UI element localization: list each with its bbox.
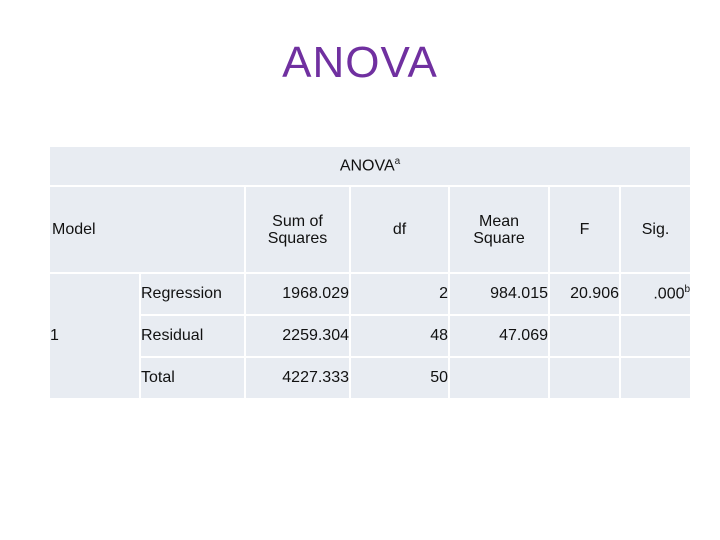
row-label: Total xyxy=(139,356,246,400)
cell-sum-of-squares: 4227.333 xyxy=(244,356,351,400)
cell-sig: .000b xyxy=(618,272,693,316)
cell-sig xyxy=(618,356,693,400)
anova-table: ANOVAa Model Sum of Squares df Mean Squa… xyxy=(47,145,693,400)
cell-mean-square: 47.069 xyxy=(448,314,550,358)
cell-sig xyxy=(618,314,693,358)
cell-sum-of-squares: 1968.029 xyxy=(244,272,351,316)
header-df: df xyxy=(349,185,450,274)
cell-mean-square xyxy=(448,356,550,400)
caption-footnote: a xyxy=(394,156,401,168)
cell-mean-square: 984.015 xyxy=(448,272,550,316)
table-caption-row: ANOVAa xyxy=(47,145,693,187)
caption-text: ANOVA xyxy=(339,157,395,175)
table-row: 1 Regression 1968.029 2 984.015 20.906 .… xyxy=(48,272,693,400)
cell-sum-of-squares: 2259.304 xyxy=(244,314,351,358)
table-row: Total 4227.333 50 xyxy=(49,356,693,400)
header-f: F xyxy=(548,185,621,274)
slide-title: ANOVA xyxy=(282,38,438,87)
header-sum-of-squares-text: Sum of Squares xyxy=(267,212,328,247)
header-sum-of-squares: Sum of Squares xyxy=(244,185,351,274)
header-mean-square: Mean Square xyxy=(448,185,550,274)
header-model: Model xyxy=(48,185,246,274)
row-label: Residual xyxy=(139,314,246,358)
table-caption: ANOVAa xyxy=(47,145,693,187)
cell-df: 50 xyxy=(349,356,450,400)
cell-f xyxy=(548,356,621,400)
cell-f: 20.906 xyxy=(548,272,621,316)
cell-df: 48 xyxy=(349,314,450,358)
sig-value: .000 xyxy=(653,285,685,303)
header-mean-square-text: Mean Square xyxy=(473,212,525,247)
cell-df: 2 xyxy=(349,272,450,316)
cell-f xyxy=(548,314,621,358)
sig-footnote: b xyxy=(684,284,691,296)
header-sig: Sig. xyxy=(618,185,693,274)
model-number: 1 xyxy=(48,272,141,400)
header-row: Model Sum of Squares df Mean Square F Si… xyxy=(48,185,693,274)
table-row: Residual 2259.304 48 47.069 xyxy=(49,314,693,358)
row-label: Regression xyxy=(139,272,246,316)
